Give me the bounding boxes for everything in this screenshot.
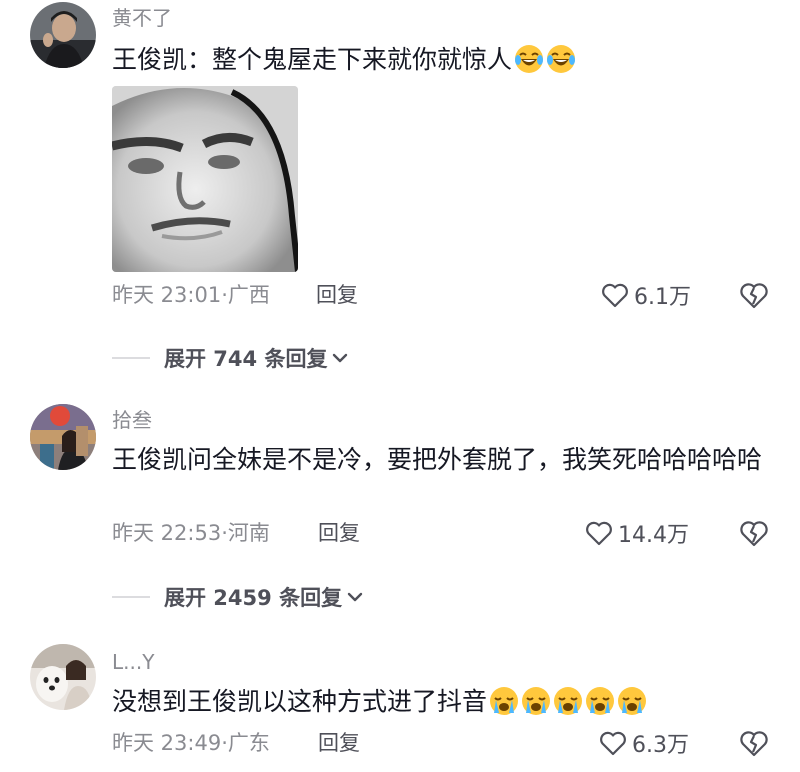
comment-username[interactable]: 拾叁	[112, 408, 152, 432]
comment-time: 昨天 23:01·	[112, 283, 228, 307]
comment-meta: 昨天 23:49·广东	[112, 730, 270, 756]
comment-location: 广西	[227, 283, 270, 307]
reply-button[interactable]: 回复	[316, 282, 358, 308]
avatar[interactable]	[30, 2, 96, 68]
crying-emoji-icon	[618, 687, 647, 715]
like-count: 6.3万	[632, 733, 689, 758]
chevron-down-icon	[333, 353, 348, 363]
comment-text-body: 王俊凯：整个鬼屋走下来就你就惊人	[112, 45, 513, 74]
comment-text: 王俊凯：整个鬼屋走下来就你就惊人	[112, 42, 772, 78]
like-count: 14.4万	[618, 523, 689, 548]
like-button[interactable]: 14.4万	[584, 517, 689, 549]
expand-replies-button[interactable]: 展开 2459 条回复	[112, 582, 364, 612]
expand-replies-label: 展开 744 条回复	[164, 347, 328, 371]
expand-replies-label: 展开 2459 条回复	[164, 586, 343, 610]
reply-button[interactable]: 回复	[318, 730, 360, 756]
divider-line	[112, 596, 150, 598]
comment-text-body: 没想到王俊凯以这种方式进了抖音	[112, 687, 488, 716]
crying-emoji-icon	[554, 687, 583, 715]
expand-replies-button[interactable]: 展开 744 条回复	[112, 343, 349, 373]
comment-item: 拾叁 王俊凯问全妹是不是冷，要把外套脱了，我笑死哈哈哈哈哈 昨天 22:53·河…	[0, 400, 800, 560]
crying-emoji-icon	[586, 687, 615, 715]
comment-meta: 昨天 23:01·广西	[112, 282, 270, 308]
chevron-down-icon	[347, 592, 363, 602]
heart-outline-icon	[602, 283, 628, 308]
crying-emoji-icon	[522, 687, 551, 715]
comment-time: 昨天 23:49·	[112, 731, 228, 755]
crying-emoji-icon	[490, 687, 519, 715]
laughing-tears-emoji-icon	[515, 45, 544, 73]
comment-username[interactable]: L...Y	[112, 650, 154, 674]
like-button[interactable]: 6.3万	[598, 727, 689, 759]
meme-sticker-image[interactable]	[112, 86, 298, 272]
dislike-broken-heart-icon[interactable]	[738, 517, 770, 549]
comment-time: 昨天 22:53·	[112, 521, 228, 545]
comment-meta: 昨天 22:53·河南	[112, 520, 270, 546]
like-count: 6.1万	[634, 285, 691, 310]
comment-text: 没想到王俊凯以这种方式进了抖音	[112, 684, 772, 720]
heart-outline-icon	[586, 521, 612, 546]
heart-outline-icon	[600, 731, 626, 756]
like-button[interactable]: 6.1万	[600, 279, 691, 311]
avatar[interactable]	[30, 644, 96, 710]
dislike-broken-heart-icon[interactable]	[738, 727, 770, 759]
comment-text: 王俊凯问全妹是不是冷，要把外套脱了，我笑死哈哈哈哈哈	[112, 445, 763, 474]
comment-username[interactable]: 黄不了	[112, 6, 172, 30]
avatar[interactable]	[30, 404, 96, 470]
comment-item: 黄不了 王俊凯：整个鬼屋走下来就你就惊人 昨天 23:01·广西 回复 6.1万	[0, 0, 800, 340]
comment-location: 广东	[227, 731, 270, 755]
dislike-broken-heart-icon[interactable]	[738, 279, 770, 311]
laughing-tears-emoji-icon	[547, 45, 576, 73]
divider-line	[112, 357, 150, 359]
reply-button[interactable]: 回复	[318, 520, 360, 546]
comment-item: L...Y 没想到王俊凯以这种方式进了抖音 昨天 23:49·广东 回复 6.3…	[0, 640, 800, 772]
comment-location: 河南	[227, 521, 270, 545]
